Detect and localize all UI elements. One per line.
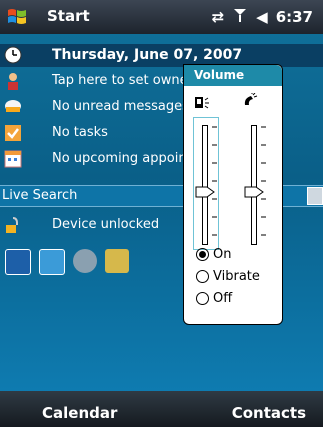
radio-off[interactable]: Off bbox=[196, 291, 232, 306]
device-status: Device unlocked bbox=[52, 217, 160, 232]
signal-icon[interactable] bbox=[232, 7, 248, 27]
softkey-contacts[interactable]: Contacts bbox=[232, 404, 306, 422]
volume-title: Volume bbox=[194, 68, 245, 82]
calendar-icon bbox=[4, 150, 22, 168]
radio-vibrate-indicator[interactable] bbox=[196, 270, 209, 283]
clock-icon bbox=[4, 46, 22, 64]
messages-status: No unread messages bbox=[52, 99, 189, 114]
device-volume-ticks bbox=[212, 125, 218, 249]
ringer-volume-thumb[interactable] bbox=[244, 183, 264, 198]
system-tray: ⇄ ◀︎ 6:37 bbox=[212, 7, 313, 27]
radio-vibrate[interactable]: Vibrate bbox=[196, 269, 260, 284]
tasks-icon bbox=[4, 124, 22, 142]
speaker-icon[interactable]: ◀︎ bbox=[256, 8, 268, 26]
windows-logo-icon[interactable] bbox=[6, 6, 28, 28]
app-icon-wireless[interactable] bbox=[73, 249, 97, 273]
radio-on-indicator[interactable] bbox=[196, 248, 209, 261]
radio-off-indicator[interactable] bbox=[196, 292, 209, 305]
radio-on-label: On bbox=[213, 247, 232, 262]
search-icon[interactable] bbox=[307, 187, 323, 205]
title-bar: Start ⇄ ◀︎ 6:37 bbox=[0, 0, 323, 34]
start-menu-button[interactable]: Start bbox=[47, 7, 90, 25]
lock-icon bbox=[4, 216, 22, 234]
ringer-volume-ticks bbox=[261, 125, 267, 249]
softkey-calendar[interactable]: Calendar bbox=[42, 404, 117, 422]
app-icon-device[interactable] bbox=[39, 249, 65, 275]
tasks-status: No tasks bbox=[52, 125, 108, 140]
radio-on[interactable]: On bbox=[196, 247, 231, 262]
app-icon-media[interactable] bbox=[5, 249, 31, 275]
sync-icon[interactable]: ⇄ bbox=[212, 8, 225, 26]
volume-title-bar: Volume bbox=[184, 65, 282, 86]
device-volume-icon bbox=[194, 95, 210, 114]
owner-icon bbox=[4, 72, 22, 90]
radio-vibrate-label: Vibrate bbox=[213, 269, 260, 284]
mail-icon bbox=[4, 98, 22, 116]
radio-off-label: Off bbox=[213, 291, 233, 306]
clock-label[interactable]: 6:37 bbox=[276, 8, 313, 26]
app-icon-transfer[interactable] bbox=[105, 249, 129, 273]
device-volume-thumb[interactable] bbox=[195, 183, 215, 198]
ringer-volume-icon bbox=[242, 92, 258, 113]
volume-popup: Volume On Vibrate Off bbox=[183, 64, 283, 325]
softkey-bar: Calendar Contacts bbox=[0, 391, 323, 427]
recent-apps bbox=[5, 249, 129, 275]
today-date: Thursday, June 07, 2007 bbox=[52, 47, 243, 63]
search-label: Live Search bbox=[2, 188, 78, 203]
